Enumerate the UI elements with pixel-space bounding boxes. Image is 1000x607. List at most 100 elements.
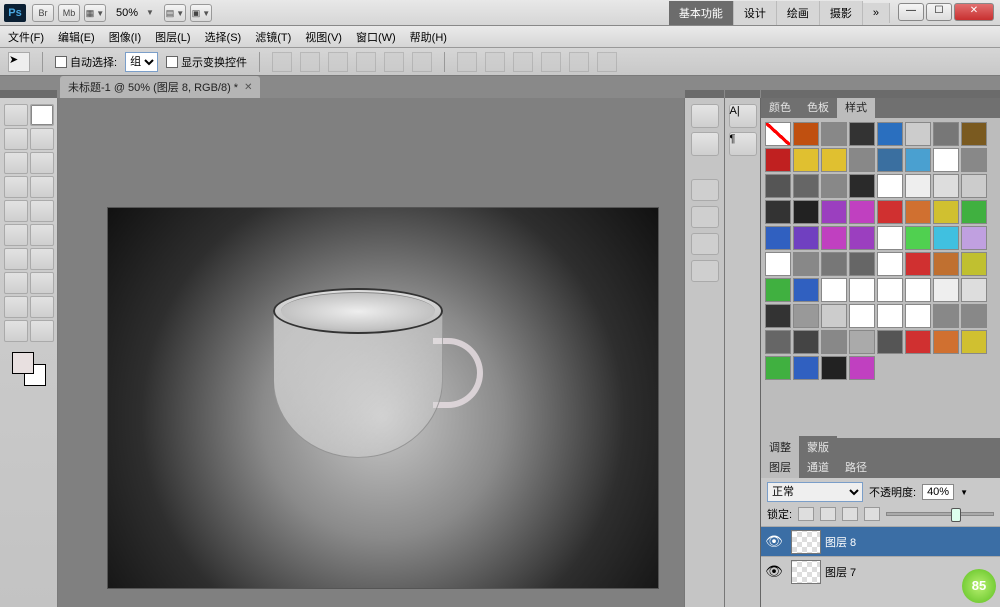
distribute-button[interactable] [485,52,505,72]
style-swatch[interactable] [933,226,959,250]
style-swatch[interactable] [877,252,903,276]
panel-icon-brush[interactable] [691,179,719,201]
style-swatch[interactable] [905,330,931,354]
lock-all-icon[interactable] [864,507,880,521]
style-swatch[interactable] [933,148,959,172]
style-swatch[interactable] [877,226,903,250]
auto-select-checkbox[interactable]: 自动选择: [55,54,117,70]
tool-clone[interactable] [4,200,28,222]
menu-edit[interactable]: 编辑(E) [58,29,95,45]
checkbox-icon[interactable] [166,56,178,68]
workspace-basic[interactable]: 基本功能 [669,1,734,25]
style-swatch[interactable] [821,252,847,276]
lock-pixels-icon[interactable] [820,507,836,521]
style-swatch[interactable] [821,330,847,354]
style-swatch[interactable] [849,122,875,146]
layer-name[interactable]: 图层 8 [825,534,1000,550]
style-swatch[interactable] [849,200,875,224]
panel-icon-history[interactable] [691,104,719,128]
align-button[interactable] [328,52,348,72]
style-swatch[interactable] [765,226,791,250]
style-swatch[interactable] [905,200,931,224]
style-swatch[interactable] [793,148,819,172]
style-swatch[interactable] [765,330,791,354]
tool-marquee[interactable] [4,104,28,126]
visibility-eye-icon[interactable]: 👁 [761,533,787,550]
workspace-photo[interactable]: 摄影 [820,1,863,25]
style-swatch[interactable] [961,200,987,224]
align-button[interactable] [412,52,432,72]
style-swatch[interactable] [849,356,875,380]
tab-paths[interactable]: 路径 [837,456,875,478]
style-swatch[interactable] [849,174,875,198]
menu-select[interactable]: 选择(S) [205,29,242,45]
tool-healing[interactable] [4,176,28,198]
style-swatch[interactable] [905,304,931,328]
style-swatch[interactable] [821,200,847,224]
distribute-button[interactable] [513,52,533,72]
opacity-value[interactable]: 40% [922,484,954,500]
tool-zoom[interactable] [30,320,54,342]
panel-icon-tool-presets[interactable] [691,260,719,282]
opacity-slider[interactable] [886,512,994,516]
style-swatch[interactable] [905,148,931,172]
tab-swatches[interactable]: 色板 [799,96,837,118]
bridge-button[interactable]: Br [32,4,54,22]
panel-icon-paragraph[interactable]: ¶ [729,132,757,156]
canvas-area[interactable] [58,98,684,607]
maximize-button[interactable]: ☐ [926,3,952,21]
chevron-down-icon[interactable]: ▼ [960,488,968,497]
tool-shape[interactable] [30,296,54,318]
close-tab-icon[interactable]: ✕ [244,82,252,93]
layer-row[interactable]: 👁 图层 8 [761,526,1000,556]
distribute-button[interactable] [541,52,561,72]
style-swatch[interactable] [905,278,931,302]
style-swatch[interactable] [765,200,791,224]
style-swatch[interactable] [793,174,819,198]
style-swatch[interactable] [933,330,959,354]
tool-pen[interactable] [4,272,28,294]
style-swatch[interactable] [961,330,987,354]
panel-icon-character[interactable]: A| [729,104,757,128]
style-swatch[interactable] [821,148,847,172]
arrange-docs-button[interactable]: ▤▼ [164,4,186,22]
tab-color[interactable]: 颜色 [761,96,799,118]
panel-icon-brush-presets[interactable] [691,206,719,228]
style-swatch[interactable] [877,304,903,328]
style-swatch[interactable] [961,304,987,328]
tool-quick-select[interactable] [30,128,54,150]
style-swatch[interactable] [905,122,931,146]
visibility-eye-icon[interactable]: 👁 [761,563,787,580]
menu-layer[interactable]: 图层(L) [155,29,190,45]
style-swatch[interactable] [793,278,819,302]
tool-lasso[interactable] [4,128,28,150]
style-swatch[interactable] [877,122,903,146]
style-swatch[interactable] [821,226,847,250]
style-swatch[interactable] [849,252,875,276]
style-swatch[interactable] [933,252,959,276]
style-swatch[interactable] [961,148,987,172]
tab-styles[interactable]: 样式 [837,96,875,118]
panel-icon-actions[interactable] [691,132,719,156]
panel-icon-clone-source[interactable] [691,233,719,255]
align-button[interactable] [384,52,404,72]
slider-thumb[interactable] [951,508,961,522]
style-swatch[interactable] [905,252,931,276]
close-button[interactable]: ✕ [954,3,994,21]
style-swatch[interactable] [765,278,791,302]
style-swatch[interactable] [765,304,791,328]
menu-view[interactable]: 视图(V) [305,29,342,45]
document-canvas[interactable] [108,208,658,588]
tab-masks[interactable]: 蒙版 [799,436,837,458]
align-button[interactable] [272,52,292,72]
style-swatch[interactable] [793,226,819,250]
style-swatch[interactable] [933,122,959,146]
style-swatch[interactable] [905,226,931,250]
tool-type[interactable] [30,272,54,294]
style-swatch[interactable] [821,304,847,328]
style-swatch[interactable] [877,174,903,198]
zoom-level[interactable]: 50% [116,7,138,19]
style-swatch[interactable] [821,122,847,146]
style-swatch[interactable] [961,278,987,302]
style-swatch[interactable] [765,252,791,276]
